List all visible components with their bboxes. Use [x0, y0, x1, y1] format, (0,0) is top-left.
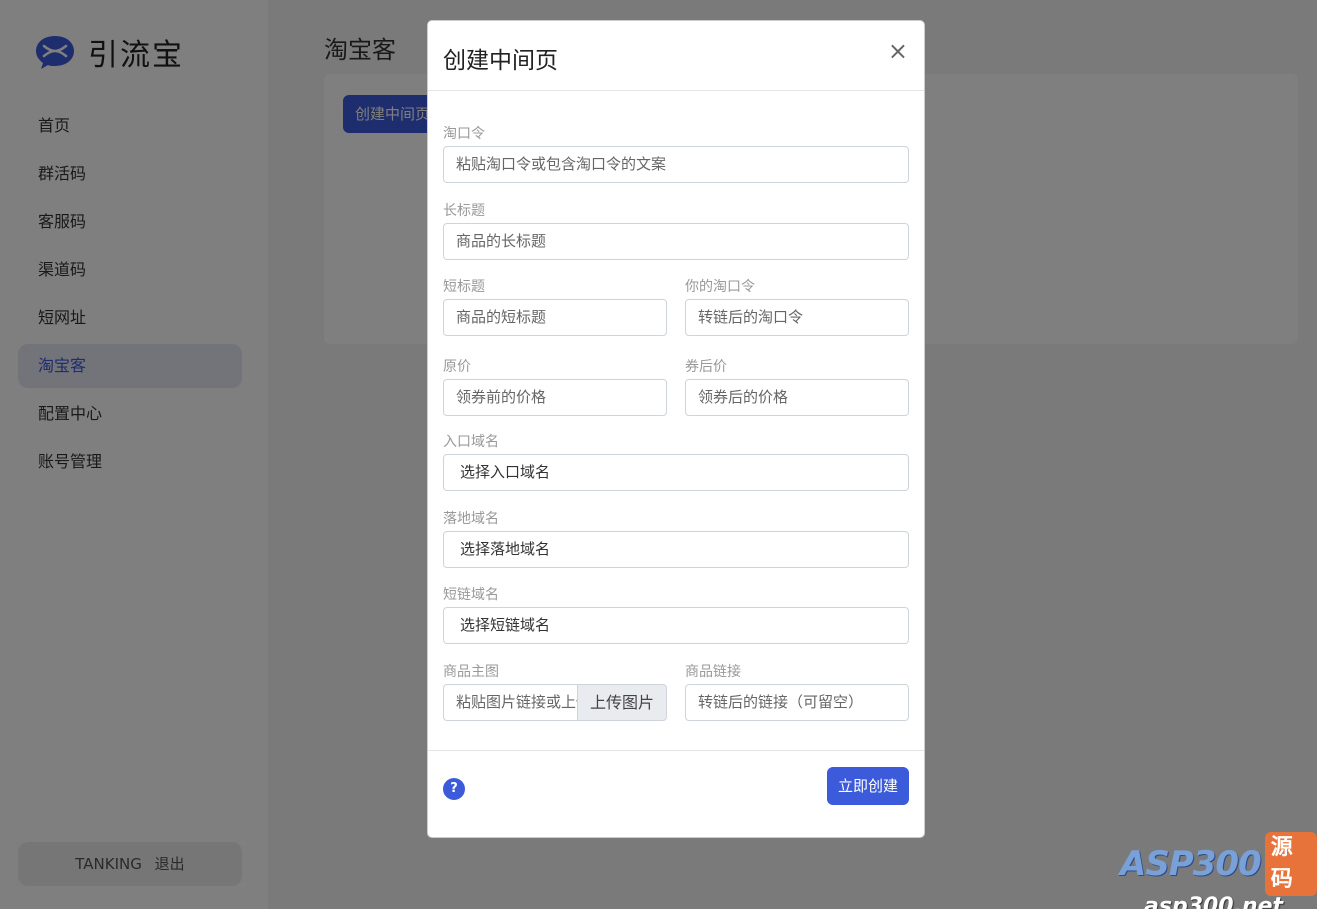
- orig-price-label: 原价: [443, 359, 471, 375]
- short-title-label: 短标题: [443, 279, 485, 295]
- your-tkl-label: 你的淘口令: [685, 279, 755, 295]
- short-title-input[interactable]: 商品的短标题: [443, 299, 667, 336]
- close-icon[interactable]: ×: [888, 37, 908, 65]
- watermark-brand: ASP300: [1120, 844, 1262, 884]
- product-link-input[interactable]: 转链后的链接（可留空）: [685, 684, 909, 721]
- modal-title: 创建中间页: [443, 48, 558, 74]
- coupon-price-input[interactable]: 领券后的价格: [685, 379, 909, 416]
- watermark: ASP300 源码 asp300.net: [1120, 832, 1317, 909]
- main-image-label: 商品主图: [443, 664, 499, 680]
- upload-image-button[interactable]: 上传图片: [577, 684, 667, 721]
- tkl-label: 淘口令: [443, 126, 485, 142]
- coupon-price-label: 券后价: [685, 359, 727, 375]
- main-image-group: 粘贴图片链接或上传图片 上传图片: [443, 684, 667, 721]
- short-domain-select[interactable]: 选择短链域名: [443, 607, 909, 644]
- short-domain-label: 短链域名: [443, 587, 499, 603]
- main-image-input[interactable]: 粘贴图片链接或上传图片: [443, 684, 577, 721]
- orig-price-input[interactable]: 领券前的价格: [443, 379, 667, 416]
- watermark-tag: 源码: [1264, 832, 1317, 896]
- your-tkl-input[interactable]: 转链后的淘口令: [685, 299, 909, 336]
- tkl-input[interactable]: 粘贴淘口令或包含淘口令的文案: [443, 146, 909, 183]
- help-icon[interactable]: ?: [443, 778, 465, 800]
- landing-domain-select[interactable]: 选择落地域名: [443, 531, 909, 568]
- long-title-input[interactable]: 商品的长标题: [443, 223, 909, 260]
- landing-domain-label: 落地域名: [443, 511, 499, 527]
- product-link-label: 商品链接: [685, 664, 741, 680]
- watermark-url: asp300.net: [1144, 894, 1284, 909]
- create-page-modal: 创建中间页 × 淘口令 粘贴淘口令或包含淘口令的文案 长标题 商品的长标题 短标…: [427, 20, 925, 838]
- submit-button[interactable]: 立即创建: [827, 767, 909, 805]
- modal-header: 创建中间页 ×: [428, 21, 924, 91]
- entry-domain-label: 入口域名: [443, 434, 499, 450]
- entry-domain-select[interactable]: 选择入口域名: [443, 454, 909, 491]
- long-title-label: 长标题: [443, 203, 485, 219]
- modal-footer: ? 立即创建: [428, 750, 924, 838]
